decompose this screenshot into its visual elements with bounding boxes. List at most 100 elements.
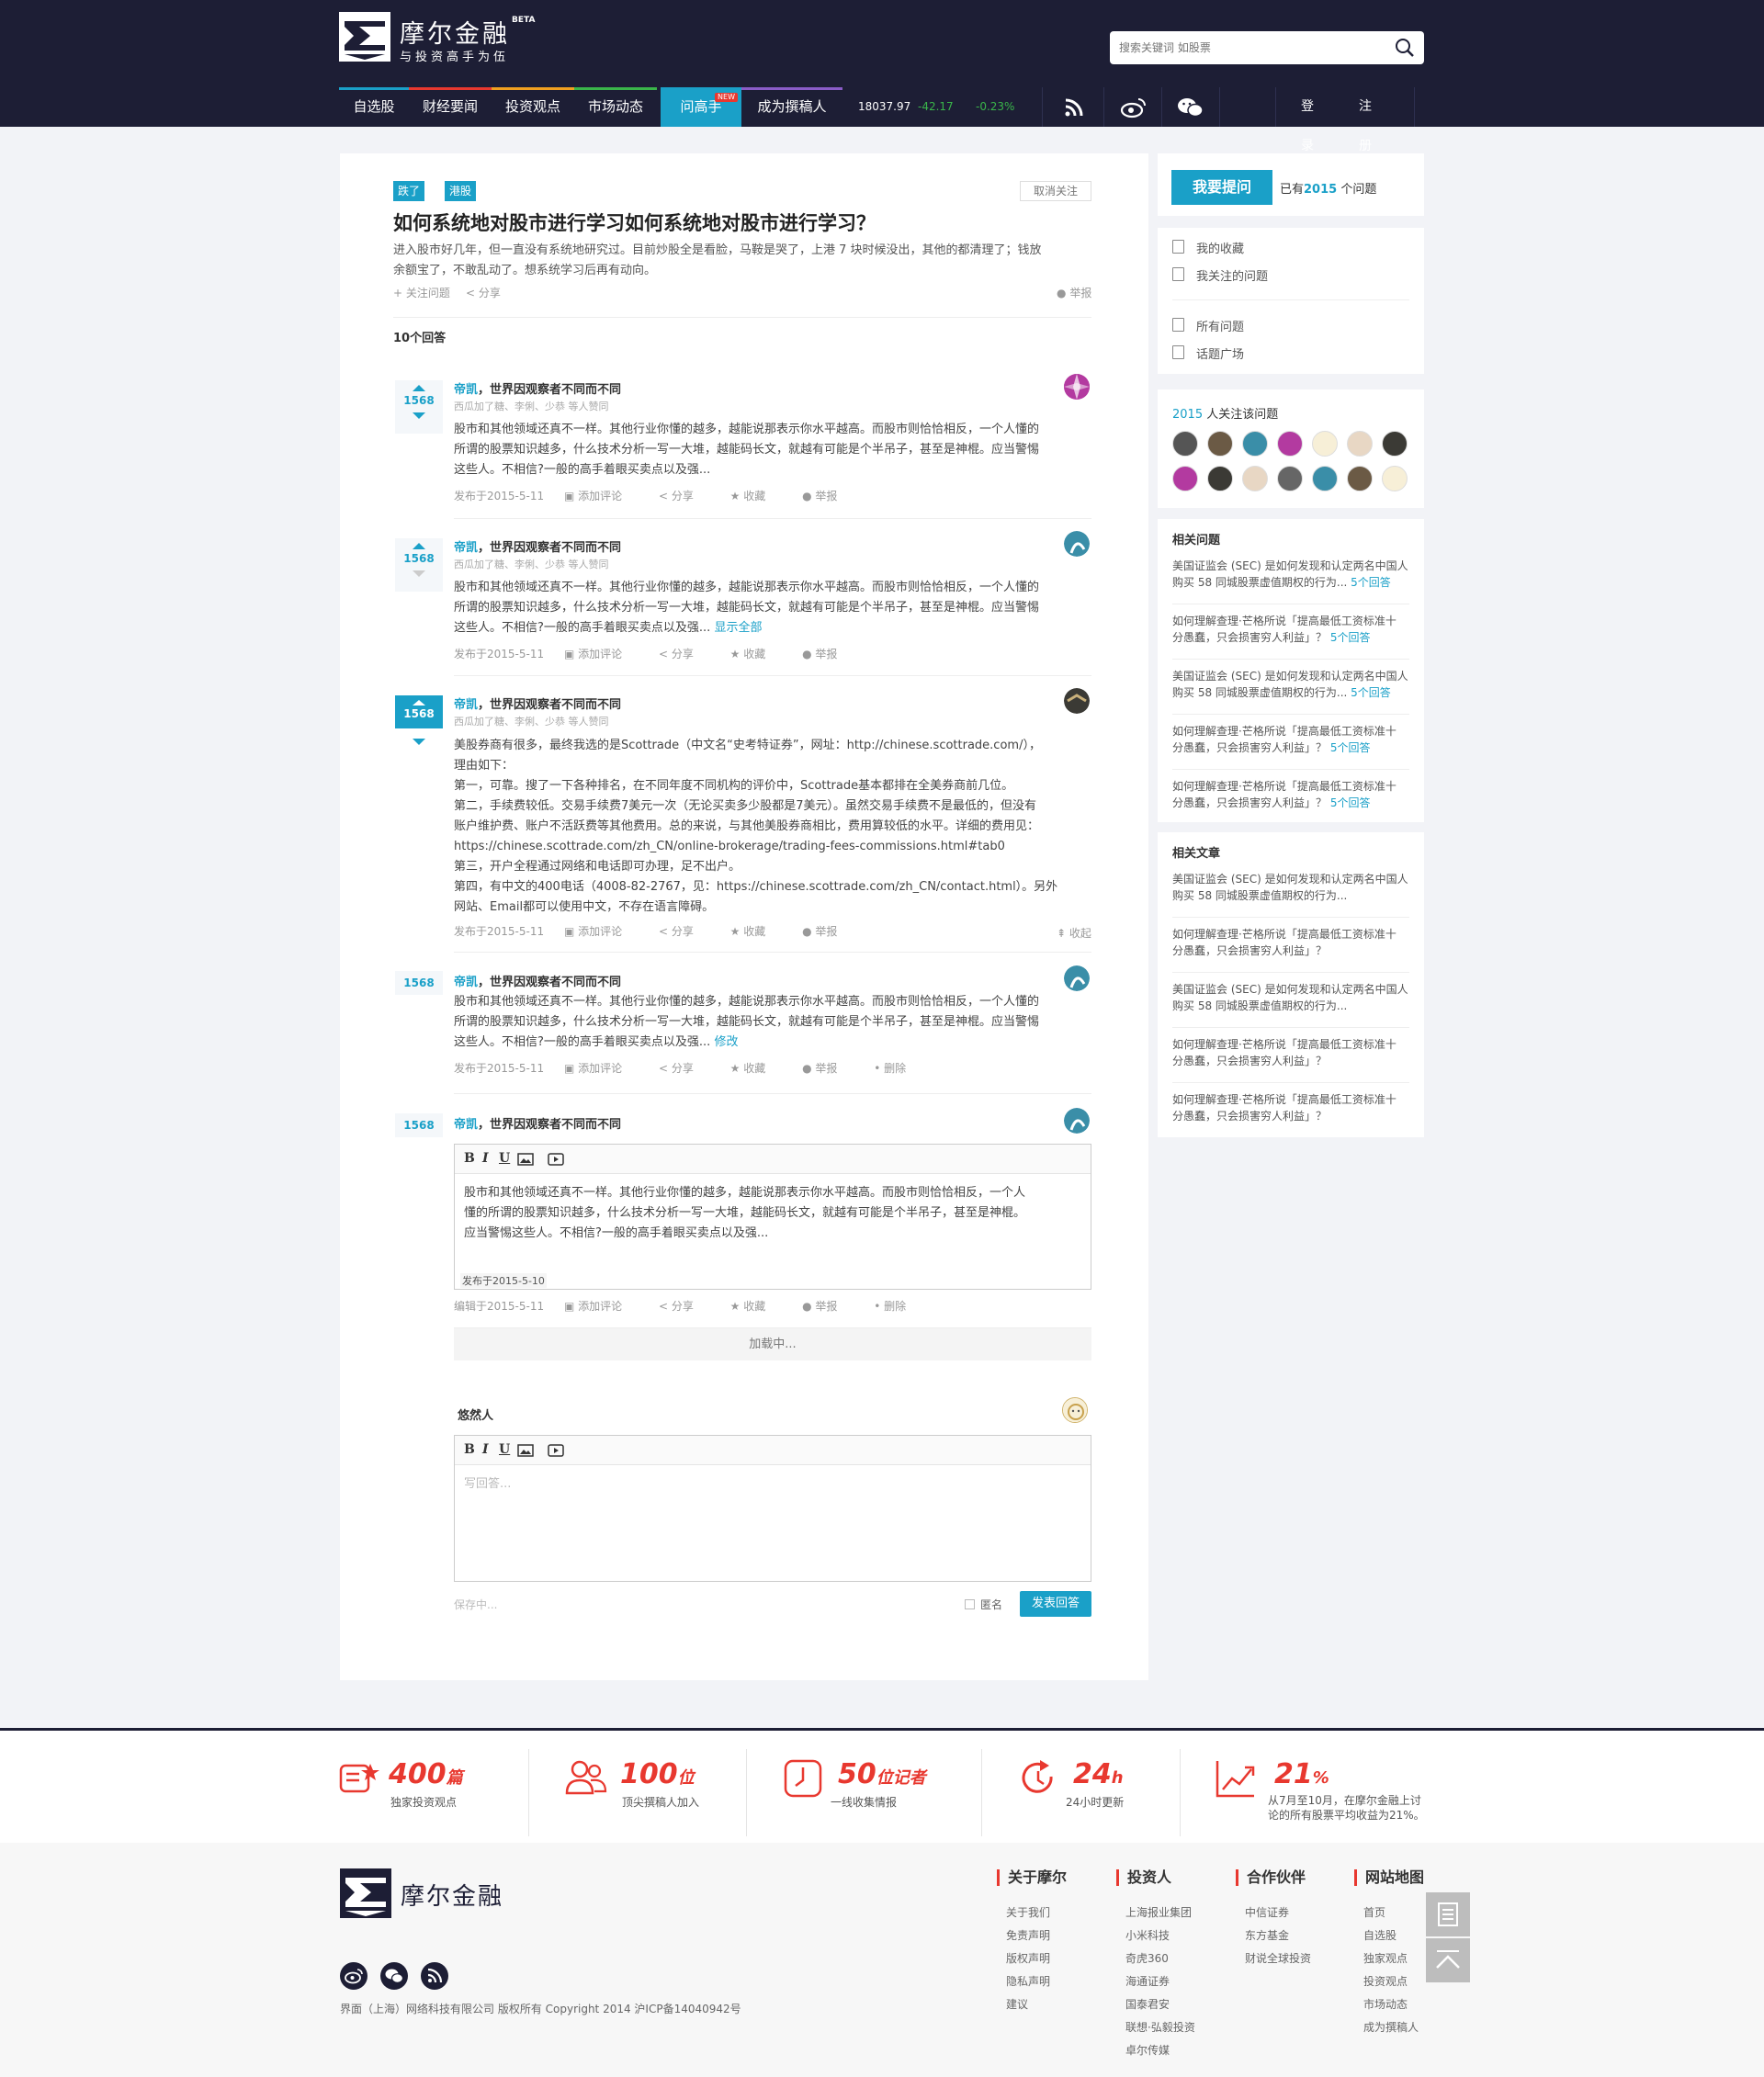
vote-up-icon[interactable] — [413, 385, 425, 391]
login-link[interactable]: 登录 — [1301, 87, 1314, 153]
footer-link[interactable]: 免责声明 — [1006, 1927, 1050, 1943]
footer-link[interactable]: 上海报业集团 — [1125, 1904, 1192, 1920]
underline-button[interactable]: U — [499, 1442, 510, 1457]
nav-tab-ask-expert[interactable]: 问高手 NEW — [661, 87, 741, 127]
load-more[interactable]: 加载中... — [454, 1328, 1091, 1360]
italic-button[interactable]: I — [482, 1442, 489, 1457]
video-icon[interactable] — [548, 1444, 564, 1457]
follower-avatar[interactable] — [1207, 466, 1233, 491]
footer-link[interactable]: 卓尔传媒 — [1125, 2042, 1170, 2058]
image-icon[interactable] — [517, 1444, 534, 1457]
nav-tab-watchlist[interactable]: 自选股 — [339, 87, 409, 127]
answer-author[interactable]: 帝凯，世界因观察者不同而不同 — [454, 537, 621, 555]
footer-link[interactable]: 关于我们 — [1006, 1904, 1050, 1920]
vote-up-icon[interactable] — [413, 543, 425, 549]
weibo-icon[interactable] — [340, 1962, 368, 1990]
share-link[interactable]: < 分享 — [659, 490, 710, 502]
image-icon[interactable] — [517, 1153, 534, 1166]
share-link[interactable]: < 分享 — [659, 648, 710, 660]
add-comment-link[interactable]: ▣ 添加评论 — [564, 925, 639, 938]
underline-button[interactable]: U — [499, 1151, 510, 1166]
follower-avatar[interactable] — [1312, 466, 1338, 491]
editor-content[interactable]: 股市和其他领域还真不一样。其他行业你懂的越多，越能说那表示你水平越高。而股市则恰… — [464, 1183, 1080, 1244]
footer-link[interactable]: 联想·弘毅投资 — [1125, 2019, 1195, 2035]
report-link[interactable]: ● 举报 — [802, 925, 854, 938]
rss-icon[interactable] — [421, 1962, 448, 1990]
follower-avatar[interactable] — [1277, 466, 1303, 491]
show-all-link[interactable]: 显示全部 — [714, 621, 762, 635]
footer-link[interactable]: 东方基金 — [1245, 1927, 1289, 1943]
related-question-link[interactable]: 美国证监会 (SEC) 是如何发现和认定两名中国人 购买 58 同城股票虚值期权的… — [1172, 668, 1420, 701]
share-link[interactable]: < 分享 — [659, 1062, 710, 1075]
author-avatar[interactable] — [1064, 374, 1090, 400]
submit-answer-button[interactable]: 发表回答 — [1020, 1591, 1091, 1617]
footer-link[interactable]: 小米科技 — [1125, 1927, 1170, 1943]
follower-avatar[interactable] — [1172, 431, 1198, 457]
delete-link[interactable]: • 删除 — [874, 1062, 922, 1075]
share-link[interactable]: < 分享 — [659, 925, 710, 938]
author-avatar[interactable] — [1064, 1108, 1090, 1134]
vote-up-icon[interactable] — [413, 700, 425, 706]
footer-link[interactable]: 独家观点 — [1363, 1950, 1408, 1966]
follower-avatar[interactable] — [1172, 466, 1198, 491]
add-comment-link[interactable]: ▣ 添加评论 — [564, 490, 639, 502]
report-link[interactable]: ● 举报 — [802, 1300, 854, 1313]
footer-link[interactable]: 市场动态 — [1363, 1996, 1408, 2012]
follower-avatar[interactable] — [1312, 431, 1338, 457]
question-tag[interactable]: 跌了 — [393, 181, 424, 201]
add-comment-link[interactable]: ▣ 添加评论 — [564, 648, 639, 660]
footer-link[interactable]: 财说全球投资 — [1245, 1950, 1311, 1966]
favorite-link[interactable]: ★ 收藏 — [730, 648, 783, 660]
footer-link[interactable]: 奇虎360 — [1125, 1950, 1169, 1966]
follow-question-link[interactable]: + 关注问题 — [393, 285, 450, 300]
share-link[interactable]: < 分享 — [659, 1300, 710, 1313]
follower-avatar[interactable] — [1382, 466, 1408, 491]
favorite-link[interactable]: ★ 收藏 — [730, 1062, 783, 1075]
footer-link[interactable]: 中信证券 — [1245, 1904, 1289, 1920]
site-logo[interactable]: 摩尔金融 与投资高手为伍 BETA — [339, 12, 541, 67]
edit-link[interactable]: 修改 — [714, 1035, 738, 1049]
add-comment-link[interactable]: ▣ 添加评论 — [564, 1300, 639, 1313]
nav-tab-become-writer[interactable]: 成为撰稿人 — [741, 87, 842, 127]
search-input[interactable] — [1119, 37, 1376, 59]
nav-tab-news[interactable]: 财经要闻 — [409, 87, 492, 127]
wechat-icon[interactable] — [380, 1962, 408, 1990]
follower-avatar[interactable] — [1242, 431, 1268, 457]
register-link[interactable]: 注册 — [1359, 87, 1372, 153]
vote-down-icon[interactable] — [413, 570, 425, 577]
related-article-link[interactable]: 美国证监会 (SEC) 是如何发现和认定两名中国人 购买 58 同城股票虚值期权的… — [1172, 871, 1420, 904]
video-icon[interactable] — [548, 1153, 564, 1166]
favorite-link[interactable]: ★ 收藏 — [730, 1300, 783, 1313]
related-article-link[interactable]: 如何理解查理·芒格所说「提高最低工资标准十 分愚蠢，只会损害穷人利益」？ — [1172, 1036, 1420, 1069]
favorite-link[interactable]: ★ 收藏 — [730, 925, 783, 938]
footer-link[interactable]: 首页 — [1363, 1904, 1385, 1920]
report-link[interactable]: ● 举报 — [802, 490, 854, 502]
follower-avatar[interactable] — [1382, 431, 1408, 457]
unfollow-button[interactable]: 取消关注 — [1020, 181, 1091, 201]
question-tag[interactable]: 港股 — [445, 181, 476, 201]
author-avatar[interactable] — [1064, 688, 1090, 714]
footer-link[interactable]: 建议 — [1006, 1996, 1028, 2012]
favorite-link[interactable]: ★ 收藏 — [730, 490, 783, 502]
related-question-link[interactable]: 如何理解查理·芒格所说「提高最低工资标准十 分愚蠢，只会损害穷人利益」？ 5个回答 — [1172, 723, 1420, 756]
report-link[interactable]: ● 举报 — [802, 648, 854, 660]
vote-down-icon[interactable] — [413, 739, 425, 745]
author-avatar[interactable] — [1064, 965, 1090, 991]
footer-link[interactable]: 隐私声明 — [1006, 1973, 1050, 1989]
collapse-link[interactable]: ⇞ 收起 — [1057, 925, 1091, 941]
answer-author[interactable]: 帝凯，世界因观察者不同而不同 — [454, 379, 621, 397]
follower-avatar[interactable] — [1207, 431, 1233, 457]
footer-link[interactable]: 海通证券 — [1125, 1973, 1170, 1989]
answer-author[interactable]: 帝凯，世界因观察者不同而不同 — [454, 694, 621, 712]
follower-avatar[interactable] — [1242, 466, 1268, 491]
related-question-link[interactable]: 如何理解查理·芒格所说「提高最低工资标准十 分愚蠢，只会损害穷人利益」？ 5个回答 — [1172, 778, 1420, 811]
back-to-top-button[interactable] — [1426, 1938, 1470, 1982]
answer-author[interactable]: 帝凯，世界因观察者不同而不同 — [454, 972, 621, 989]
ask-question-button[interactable]: 我要提问 — [1171, 170, 1272, 205]
feedback-button[interactable] — [1426, 1892, 1470, 1936]
user-avatar[interactable] — [1062, 1397, 1088, 1423]
nav-tab-opinions[interactable]: 投资观点 — [492, 87, 574, 127]
related-article-link[interactable]: 如何理解查理·芒格所说「提高最低工资标准十 分愚蠢，只会损害穷人利益」？ — [1172, 1091, 1420, 1124]
report-link[interactable]: ● 举报 — [802, 1062, 854, 1075]
footer-link[interactable]: 投资观点 — [1363, 1973, 1408, 1989]
